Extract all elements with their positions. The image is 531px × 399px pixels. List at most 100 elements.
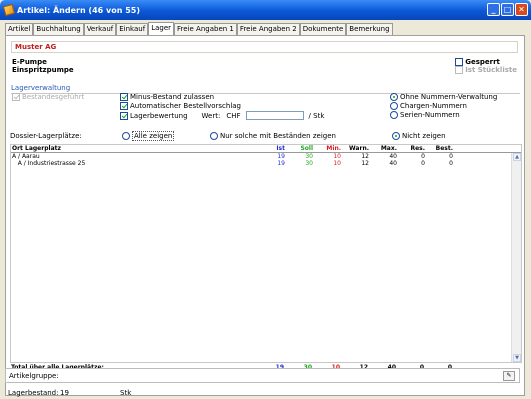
cell-min: 10	[333, 160, 341, 167]
dossier-bestand-label: Nur solche mit Beständen zeigen	[220, 131, 336, 140]
cell-res: 0	[421, 153, 425, 160]
tab-freie-angaben-1[interactable]: Freie Angaben 1	[174, 23, 237, 35]
cell-soll: 30	[305, 160, 313, 167]
nummern-serien-label: Serien-Nummern	[400, 111, 460, 119]
tab-bar: Artikel Buchhaltung Verkauf Einkauf Lage…	[5, 22, 393, 35]
cell-max: 40	[389, 153, 397, 160]
auto-bestell-checkbox[interactable]	[120, 102, 128, 110]
cell-min: 10	[333, 153, 341, 160]
table-row[interactable]: A / Aarau 19 30 10 12 40 0 0	[11, 153, 521, 160]
scroll-up-icon[interactable]: ▲	[513, 153, 521, 161]
bestandesgefuehrt-checkbox	[12, 93, 20, 101]
gesperrt-checkbox[interactable]	[455, 58, 464, 66]
tab-verkauf[interactable]: Verkauf	[83, 23, 117, 35]
minimize-button[interactable]: _	[487, 3, 500, 16]
dossier-alle-radio[interactable]	[122, 131, 130, 140]
currency-label: CHF	[226, 111, 241, 120]
cell-soll: 30	[305, 153, 313, 160]
stueckliste-checkbox	[455, 66, 464, 74]
tab-panel-lager: Muster AG E-Pumpe Einspritzpumpe Gesperr…	[5, 35, 525, 396]
dossier-nicht-radio[interactable]	[392, 131, 400, 140]
cell-best: 0	[449, 160, 453, 167]
bestandesgefuehrt-option: Bestandesgeführt	[12, 93, 84, 101]
tab-lager[interactable]: Lager	[148, 22, 175, 35]
cell-ist: 19	[277, 153, 285, 160]
table-header: Ort Lagerplatz Ist Soll Min. Warn. Max. …	[11, 145, 521, 153]
tab-dokumente[interactable]: Dokumente	[299, 23, 347, 35]
article-name: E-Pumpe Einspritzpumpe	[12, 58, 74, 74]
col-ort[interactable]: Ort Lagerplatz	[11, 145, 259, 152]
artikelgruppe-label: Artikelgruppe:	[9, 371, 59, 380]
nummern-ohne-radio[interactable]	[390, 93, 398, 101]
maximize-button[interactable]: □	[501, 3, 514, 16]
close-button[interactable]: ✕	[515, 3, 528, 16]
dossier-nicht-label: Nicht zeigen	[402, 131, 446, 140]
col-min[interactable]: Min.	[315, 145, 343, 152]
dossier-filter: Dossier-Lagerplätze: Alle zeigen Nur sol…	[10, 130, 522, 141]
article-short-name: E-Pumpe	[12, 58, 47, 66]
auto-bestell-label: Automatischer Bestellvorschlag	[130, 102, 242, 110]
wert-label: Wert:	[201, 111, 221, 120]
lagerbewertung-label: Lagerbewertung	[130, 111, 188, 120]
cell-res: 0	[421, 160, 425, 167]
window-title: Artikel: Ändern (46 von 55)	[17, 5, 140, 15]
cell-warn: 12	[361, 153, 369, 160]
lagerbestand-unit: Stk	[120, 388, 132, 397]
article-description: Einspritzpumpe	[12, 66, 74, 74]
dossier-alle-label: Alle zeigen	[132, 130, 175, 141]
col-best[interactable]: Best.	[427, 145, 455, 152]
minus-bestand-checkbox[interactable]	[120, 93, 128, 101]
col-res[interactable]: Res.	[399, 145, 427, 152]
nummern-option-ohne[interactable]: Ohne Nummern-Verwaltung	[390, 93, 497, 101]
lagerbestand-value: 19	[60, 388, 69, 397]
tab-freie-angaben-2[interactable]: Freie Angaben 2	[236, 23, 300, 35]
artikelgruppe-picker-icon[interactable]: ✎	[503, 371, 515, 381]
tab-einkauf[interactable]: Einkauf	[116, 23, 149, 35]
nummern-chargen-radio[interactable]	[390, 102, 398, 110]
tab-bemerkung[interactable]: Bemerkung	[346, 23, 393, 35]
auto-bestell-option[interactable]: Automatischer Bestellvorschlag	[120, 102, 241, 110]
dossier-bestand-option[interactable]: Nur solche mit Beständen zeigen	[210, 131, 392, 140]
col-max[interactable]: Max.	[371, 145, 399, 152]
article-flags: Gesperrt Ist Stückliste	[455, 58, 517, 74]
col-warn[interactable]: Warn.	[343, 145, 371, 152]
nummern-option-chargen[interactable]: Chargen-Nummern	[390, 102, 467, 110]
nummern-ohne-label: Ohne Nummern-Verwaltung	[400, 93, 498, 101]
stueckliste-label: Ist Stückliste	[465, 66, 517, 74]
minus-bestand-option[interactable]: Minus-Bestand zulassen	[120, 93, 214, 101]
gesperrt-label: Gesperrt	[465, 58, 500, 66]
nummern-option-serien[interactable]: Serien-Nummern	[390, 111, 460, 119]
status-bar: Lagerbestand: 19 Stk	[5, 387, 526, 398]
artikelgruppe-field[interactable]: Artikelgruppe: ✎	[5, 368, 520, 383]
cell-warn: 12	[361, 160, 369, 167]
table-row[interactable]: A / Industriestrasse 25 19 30 10 12 40 0…	[11, 160, 521, 167]
scroll-down-icon[interactable]: ▼	[513, 354, 521, 362]
cell-best: 0	[449, 153, 453, 160]
tab-buchhaltung[interactable]: Buchhaltung	[33, 23, 84, 35]
nummern-chargen-label: Chargen-Nummern	[400, 102, 467, 110]
bestandesgefuehrt-label: Bestandesgeführt	[22, 93, 85, 101]
dossier-label: Dossier-Lagerplätze:	[10, 131, 82, 140]
window-controls: _ □ ✕	[487, 3, 528, 16]
col-soll[interactable]: Soll	[287, 145, 315, 152]
lagerbestand-label: Lagerbestand:	[8, 388, 59, 397]
dossier-bestand-radio[interactable]	[210, 131, 218, 140]
col-ist[interactable]: Ist	[259, 145, 287, 152]
app-icon	[2, 3, 16, 17]
dossier-alle-option[interactable]: Alle zeigen	[122, 130, 210, 141]
cell-ist: 19	[277, 160, 285, 167]
lagerbewertung-option[interactable]: Lagerbewertung Wert: CHF / Stk	[120, 111, 324, 120]
lagerbewertung-checkbox[interactable]	[120, 111, 128, 120]
cell-max: 40	[389, 160, 397, 167]
nummern-serien-radio[interactable]	[390, 111, 398, 119]
per-unit-label: / Stk	[308, 111, 325, 120]
wert-input[interactable]	[245, 111, 304, 120]
table-scrollbar[interactable]: ▲ ▼	[511, 153, 521, 362]
minus-bestand-label: Minus-Bestand zulassen	[130, 93, 215, 101]
dossier-nicht-option[interactable]: Nicht zeigen	[392, 131, 446, 140]
tab-artikel[interactable]: Artikel	[5, 23, 34, 35]
title-bar: Artikel: Ändern (46 von 55) _ □ ✕	[0, 0, 531, 20]
supplier-name: Muster AG	[11, 41, 518, 53]
cell-ort: A / Aarau	[12, 153, 40, 160]
lagerplatz-table: Ort Lagerplatz Ist Soll Min. Warn. Max. …	[10, 144, 522, 363]
